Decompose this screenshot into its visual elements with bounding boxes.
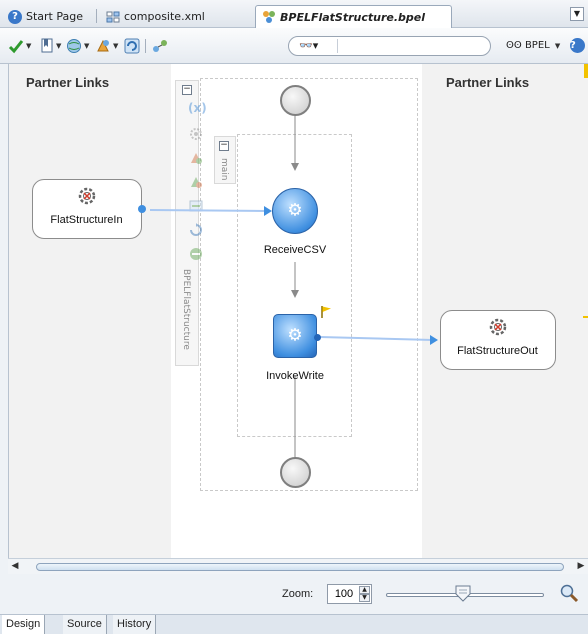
connect-button[interactable]	[152, 37, 168, 55]
tab-history[interactable]: History	[113, 615, 157, 634]
glasses-icon: ʘʘ	[506, 40, 522, 51]
gear-icon	[78, 187, 96, 205]
zoom-input[interactable]	[330, 587, 358, 601]
tab-bpel-flat-structure[interactable]: BPELFlatStructure.bpel	[255, 5, 452, 28]
globe-icon	[67, 39, 81, 53]
flag-icon	[321, 306, 331, 318]
zoom-slider-thumb[interactable]	[454, 584, 472, 602]
zoom-spinner[interactable]: ▲ ▼	[327, 584, 372, 604]
activities-button[interactable]: ▼	[66, 37, 89, 55]
partner-link-flat-structure-out[interactable]: FlatStructureOut	[440, 310, 556, 370]
help-icon: ?	[8, 9, 22, 24]
invoke-activity-label: InvokeWrite	[266, 370, 324, 382]
scrollbar-thumb[interactable]	[36, 563, 564, 571]
gear-icon: ⚙	[287, 325, 303, 346]
tab-start-page-label: Start Page	[26, 10, 83, 23]
start-node[interactable]	[280, 85, 311, 116]
refresh-icon	[124, 38, 140, 54]
bpel-toolbar: ▼ ▼ ▼ ▼ 👓▾ ʘʘ BPEL ▼ ?	[0, 28, 588, 64]
chevron-down-icon: ▼	[84, 42, 90, 50]
tab-separator	[96, 9, 97, 23]
layout-button[interactable]: ▼	[95, 37, 118, 55]
bpel-design-canvas[interactable]: Partner Links Partner Links − (x) BPELFl…	[8, 64, 588, 558]
refresh-button[interactable]	[124, 37, 140, 55]
tab-start-page[interactable]: ? Start Page	[2, 5, 89, 28]
validate-button[interactable]: ▼	[8, 37, 31, 55]
receive-activity[interactable]: ⚙	[272, 188, 318, 234]
editor-tab-bar: ? Start Page composite.xml BPELFlatStruc…	[0, 0, 588, 28]
toolbar-separator	[145, 39, 146, 53]
search-input[interactable]	[337, 39, 482, 53]
receive-activity-label: ReceiveCSV	[263, 244, 327, 256]
chevron-down-icon: ▼	[26, 42, 32, 50]
tab-composite[interactable]: composite.xml	[100, 5, 211, 28]
gear-icon: ⚙	[287, 200, 303, 221]
bpel-dropdown-label: BPEL	[524, 40, 550, 51]
partner-in-label: FlatStructureIn	[50, 214, 123, 226]
tab-source[interactable]: Source	[63, 615, 107, 634]
chevron-down-icon: ▼	[554, 42, 561, 50]
editor-mode-tabs: Design Source History	[0, 614, 588, 634]
scroll-right-arrow[interactable]: ▶	[575, 560, 587, 573]
end-node[interactable]	[280, 457, 311, 488]
zoom-bar: Zoom: ▲ ▼	[0, 574, 588, 614]
horizontal-scrollbar[interactable]: ◀ ▶	[8, 558, 588, 574]
binoculars-icon[interactable]: 👓▾	[299, 39, 318, 52]
bpel-view-dropdown[interactable]: ʘʘ BPEL ▼	[506, 40, 560, 51]
bookmark-button[interactable]: ▼	[40, 37, 61, 55]
tab-bpel-label: BPELFlatStructure.bpel	[280, 10, 426, 24]
zoom-fit-icon[interactable]	[559, 583, 579, 603]
bpel-icon	[262, 10, 276, 24]
help-icon[interactable]: ?	[570, 38, 585, 53]
gear-icon	[489, 318, 507, 336]
invoke-activity[interactable]: ⚙	[273, 314, 321, 358]
chevron-down-icon: ▼	[56, 42, 62, 50]
composite-icon	[106, 10, 120, 24]
connection-port[interactable]	[138, 205, 146, 213]
search-box: 👓▾	[288, 36, 491, 56]
tab-design[interactable]: Design	[2, 615, 46, 634]
zoom-label: Zoom:	[282, 588, 314, 600]
tab-list-dropdown[interactable]: ▼	[570, 7, 584, 21]
scroll-left-arrow[interactable]: ◀	[9, 560, 21, 573]
connect-icon	[153, 40, 167, 52]
layout-icon	[97, 39, 109, 52]
bookmark-icon	[41, 38, 53, 53]
partner-out-label: FlatStructureOut	[457, 345, 538, 357]
partner-link-flat-structure-in[interactable]: FlatStructureIn	[32, 179, 146, 239]
zoom-up-arrow[interactable]: ▲	[359, 586, 370, 594]
checkmark-icon	[8, 40, 24, 54]
connection-port[interactable]	[314, 334, 321, 341]
tab-composite-label: composite.xml	[124, 10, 205, 23]
zoom-down-arrow[interactable]: ▼	[359, 594, 370, 602]
chevron-down-icon: ▼	[113, 42, 119, 50]
